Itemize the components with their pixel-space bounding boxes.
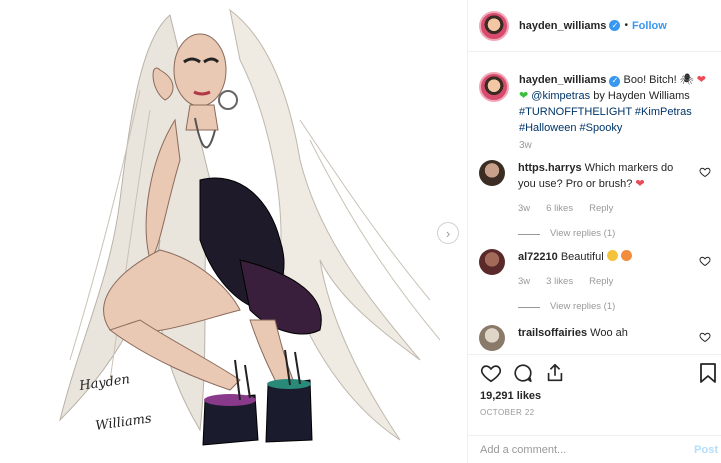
like-comment-icon[interactable] [699,331,711,343]
view-replies-button[interactable]: View replies (1) [518,226,688,242]
comment-item: trailsoffairies Woo ah [479,325,711,351]
post-date[interactable]: OCTOBER 22 [480,408,535,417]
share-icon [547,363,563,381]
save-button[interactable] [698,362,718,384]
caption-avatar[interactable] [479,72,509,102]
caption-username[interactable]: hayden_williams [519,74,606,86]
author-avatar[interactable] [479,10,509,41]
comment-meta: 3w 6 likes Reply [518,201,688,217]
likes-count[interactable]: 19,291 likes [480,390,541,402]
hashtag-link[interactable]: #Spooky [580,122,623,134]
reply-button[interactable]: Reply [589,201,613,217]
comment-likes[interactable]: 3 likes [546,274,573,290]
comment-username[interactable]: https.harrys [518,162,582,174]
share-button[interactable] [544,362,566,384]
chevron-right-icon: › [445,225,451,241]
post-comment-button[interactable]: Post [694,444,718,456]
comment-icon [514,363,532,382]
post-image[interactable]: Hayden Williams › [0,0,467,463]
view-replies-label: View replies (1) [550,301,616,312]
comment-text: Beautiful [560,251,604,263]
red-heart-icon: ❤ [635,178,645,190]
view-replies-button[interactable]: View replies (1) [518,299,688,315]
post-sidebar: hayden_williams ✓ • Follow hayden_willia… [467,0,721,463]
replies-divider [518,306,540,308]
add-comment-section: Post [468,435,721,463]
svg-text:Williams: Williams [94,411,152,434]
hashtag-link[interactable]: #TURNOFFTHELIGHT [519,106,632,118]
smiling-face-icon [606,250,618,261]
comment-text: Woo ah [590,327,628,339]
post-actions [468,354,721,390]
verified-badge-icon: ✓ [609,20,621,31]
mention-link[interactable]: @kimpetras [531,90,590,102]
commenter-avatar[interactable] [479,160,505,186]
commenter-avatar[interactable] [479,249,505,275]
like-comment-icon[interactable] [699,166,711,178]
like-comment-icon[interactable] [699,255,711,267]
comments-list[interactable]: hayden_williams ✓ Boo! Bitch! 🕷 ❤ ❤ @kimp… [468,52,721,354]
comment-username[interactable]: trailsoffairies [518,327,587,339]
caption-timestamp[interactable]: 3w [519,140,532,151]
post-header: hayden_williams ✓ • Follow [468,0,721,52]
heart-icon [480,364,502,382]
instagram-post: Hayden Williams › hayden_williams ✓ • Fo… [0,0,721,463]
fashion-illustration: Hayden Williams [59,8,441,446]
author-username[interactable]: hayden_williams [519,20,606,32]
comment-button[interactable] [512,362,534,384]
heart-eyes-face-icon [620,250,632,261]
caption-text: Boo! Bitch! 🕷 [623,74,694,86]
verified-badge-icon: ✓ [609,75,621,87]
reply-button[interactable]: Reply [589,274,613,290]
comment-likes[interactable]: 6 likes [546,201,573,217]
comment-item: https.harrys Which markers do you use? P… [479,160,711,242]
hashtag-link[interactable]: #Halloween [519,122,576,134]
hashtag-link[interactable]: #KimPetras [635,106,692,118]
green-heart-icon: ❤ [519,90,529,102]
caption-text-2: by Hayden Williams [593,90,690,102]
comment-time[interactable]: 3w [518,274,530,290]
comment-meta: 3w 3 likes Reply [518,274,688,290]
post-caption: hayden_williams ✓ Boo! Bitch! 🕷 ❤ ❤ @kimp… [479,72,709,136]
like-button[interactable] [480,362,502,384]
replies-divider [518,233,540,235]
add-comment-input[interactable] [480,443,680,456]
view-replies-label: View replies (1) [550,228,616,239]
next-image-button[interactable]: › [437,222,459,244]
commenter-avatar[interactable] [479,325,505,351]
follow-separator: • [624,20,628,31]
red-heart-icon: ❤ [696,74,706,86]
comment-time[interactable]: 3w [518,201,530,217]
follow-button[interactable]: Follow [632,20,667,32]
bookmark-icon [700,363,716,383]
comment-item: al72210 Beautiful 3w 3 likes Reply View … [479,249,711,315]
comment-username[interactable]: al72210 [518,251,558,263]
